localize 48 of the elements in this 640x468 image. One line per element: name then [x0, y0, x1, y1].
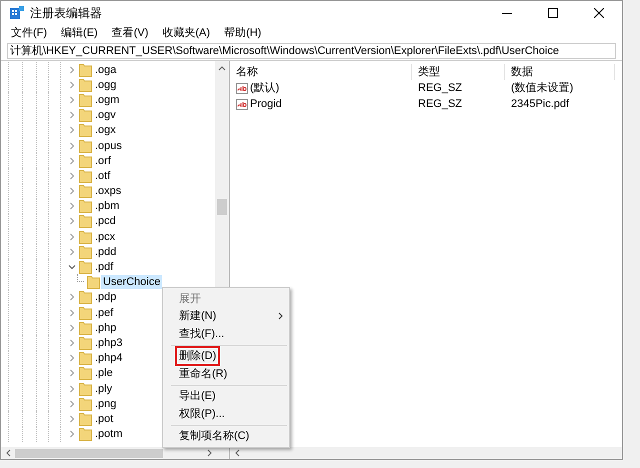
table-cell-text: REG_SZ	[417, 80, 464, 96]
column-header[interactable]: 数据	[505, 64, 615, 80]
table-cell-text: (数值未设置)	[510, 80, 574, 96]
window-title: 注册表编辑器	[30, 5, 102, 22]
tree-item[interactable]: .potm	[93, 427, 125, 442]
tree-item[interactable]: .ogx	[93, 123, 118, 138]
menu-item[interactable]: 文件(F)	[11, 25, 48, 42]
tree-item[interactable]: .pcx	[93, 230, 118, 244]
tree-item[interactable]: .pot	[93, 412, 116, 426]
menu-item[interactable]: 查找(F)...	[175, 324, 228, 344]
tree-item[interactable]: .png	[93, 396, 118, 411]
tree-item[interactable]: .pcd	[93, 214, 118, 228]
tree-item[interactable]: .ple	[93, 366, 115, 380]
menu-item[interactable]: 复制项名称(C)	[175, 426, 254, 446]
menu-item[interactable]: 重命名(R)	[175, 364, 232, 384]
menu-item[interactable]: 权限(P)...	[175, 404, 229, 424]
tree-item[interactable]: .pef	[93, 306, 116, 320]
table-cell-text: Progid	[250, 96, 282, 112]
menu-item[interactable]: 新建(N)	[175, 306, 220, 326]
table-cell-text: REG_SZ	[417, 96, 464, 112]
column-header[interactable]: 类型	[412, 64, 505, 80]
tree-item[interactable]: .otf	[93, 168, 112, 183]
menu-item[interactable]: 导出(E)	[175, 386, 220, 406]
tree-item[interactable]: .php	[93, 320, 118, 335]
tree-item[interactable]: .oga	[93, 62, 118, 77]
tree-item[interactable]: .pbm	[93, 199, 122, 214]
table-cell-text: 2345Pic.pdf	[510, 96, 570, 112]
address-bar[interactable]: 计算机\HKEY_CURRENT_USER\Software\Microsoft\Windows\CurrentVersion\Explorer\FileExts\.pdf\UserChoice	[7, 43, 616, 59]
table-cell-text: (默认)	[250, 80, 280, 96]
tree-item[interactable]: .ogm	[93, 92, 122, 107]
tree-item[interactable]: .oxps	[93, 184, 124, 198]
menu-item[interactable]: 删除(D)	[175, 346, 220, 366]
tree-item[interactable]: .pdd	[93, 244, 118, 259]
tree-item[interactable]: .opus	[93, 138, 124, 153]
tree-item[interactable]: .ogv	[93, 108, 118, 122]
tree-item[interactable]: .php4	[93, 351, 125, 366]
column-header[interactable]: 名称	[230, 64, 412, 80]
menu-item[interactable]: 收藏夹(A)	[162, 25, 210, 42]
menu-item[interactable]: 查看(V)	[112, 25, 148, 42]
tree-item[interactable]: .php3	[93, 336, 125, 350]
tree-item[interactable]: .pdp	[93, 290, 118, 304]
tree-item[interactable]: .ply	[93, 382, 114, 396]
menu-item[interactable]: 帮助(H)	[224, 25, 262, 42]
menu-item[interactable]: 编辑(E)	[61, 25, 98, 42]
tree-item[interactable]: .orf	[93, 154, 113, 168]
tree-item[interactable]: .ogg	[93, 78, 118, 92]
tree-item[interactable]: .pdf	[93, 260, 116, 274]
tree-item[interactable]: UserChoice	[101, 275, 162, 290]
